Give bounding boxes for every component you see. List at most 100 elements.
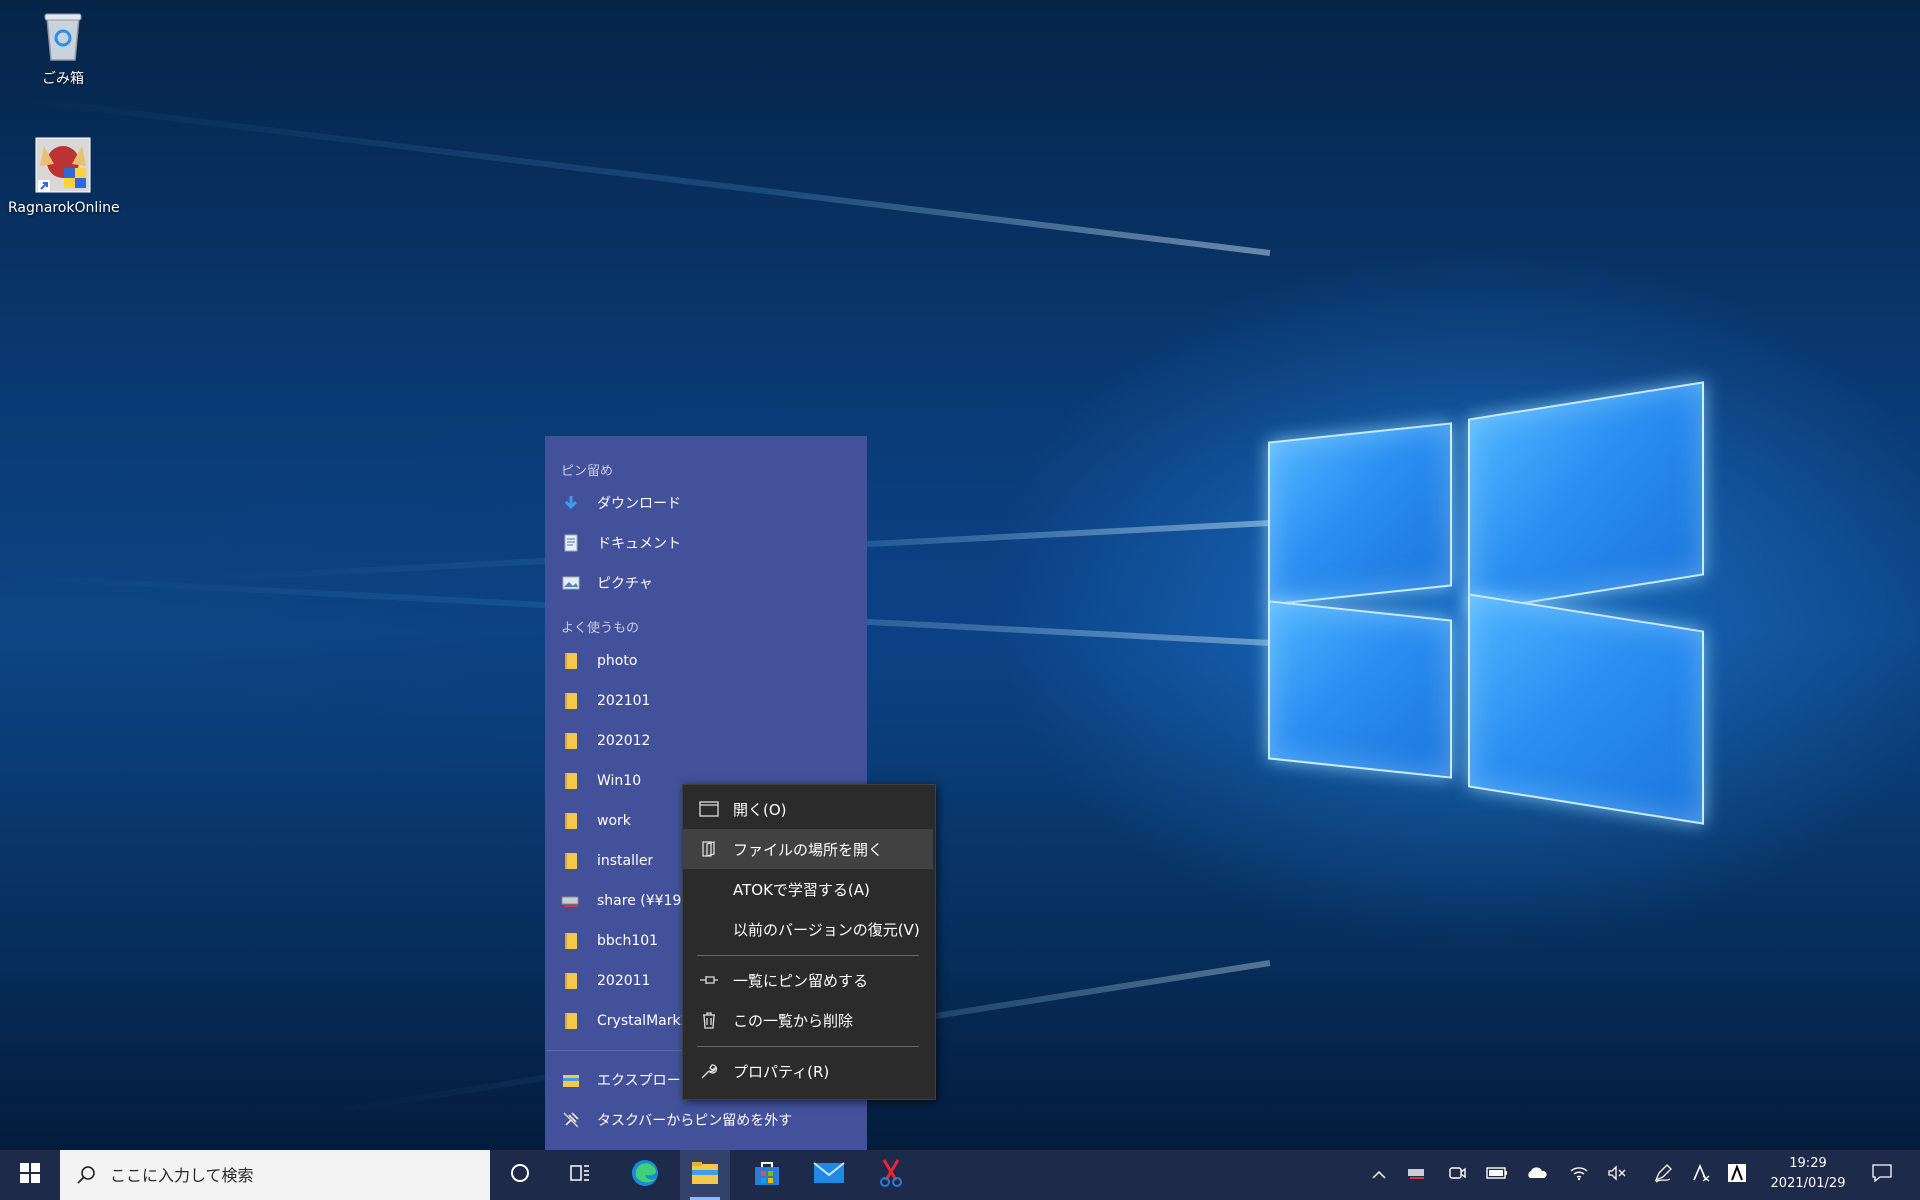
jump-list-item-202101[interactable]: 202101 [545,681,867,721]
taskbar: 19:29 2021/01/29 [0,1150,1920,1200]
menu-item-atok-learn[interactable]: ATOKで学習する(A) [683,869,933,909]
edge-icon [630,1158,660,1192]
jump-list-item-label: 202012 [597,733,651,749]
atok-icon [1692,1163,1710,1186]
document-icon [561,533,581,553]
battery-button[interactable] [1480,1150,1514,1200]
wifi-button[interactable] [1562,1150,1596,1200]
pen-workspace-button[interactable] [1646,1150,1680,1200]
pin-icon [697,974,721,986]
cortana-icon [510,1163,530,1187]
desktop-icon-ragnarokonline[interactable]: RagnarokOnline [8,136,120,216]
snipping-tool-button[interactable] [866,1150,916,1200]
menu-item-properties[interactable]: プロパティ(R) [683,1051,933,1091]
jump-list-item-202012[interactable]: 202012 [545,721,867,761]
jump-list-unpin-taskbar[interactable]: タスクバーからピン留めを外す [545,1100,867,1140]
action-center-button[interactable] [1862,1150,1902,1200]
search-input[interactable] [108,1164,472,1186]
cortana-button[interactable] [496,1150,544,1200]
ime-icon [1728,1164,1746,1186]
task-view-button[interactable] [556,1150,604,1200]
context-menu: 開く(O) ファイルの場所を開く ATOKで学習する(A) 以前のバージョンの復… [682,784,936,1100]
ime-mode-button[interactable] [1720,1150,1754,1200]
unpin-icon [561,1110,581,1130]
show-hidden-icons-button[interactable] [1362,1150,1396,1200]
menu-item-label: 一覧にピン留めする [733,971,869,990]
file-explorer-icon [690,1160,720,1190]
folder-icon [561,811,581,831]
open-location-icon [697,840,721,858]
windows-logo-pane [1468,593,1704,825]
notification-icon [1872,1164,1892,1186]
file-explorer-button[interactable] [680,1150,730,1200]
menu-separator [697,955,919,956]
pinned-section-header: ピン留め [561,464,614,479]
app-shortcut-icon [34,136,92,194]
light-beam [9,95,1271,256]
menu-item-open-file-location[interactable]: ファイルの場所を開く [683,829,933,869]
menu-separator [697,1046,919,1047]
desktop-icon-label: ごみ箱 [42,71,84,87]
mail-icon [813,1161,845,1189]
network-drive-tray-button[interactable] [1400,1150,1434,1200]
windows-logo-pane [1468,381,1704,613]
jump-list-item-downloads[interactable]: ダウンロード [545,483,867,523]
pictures-icon [561,573,581,593]
task-view-icon [569,1163,591,1187]
network-drive-icon [561,891,581,911]
menu-item-open[interactable]: 開く(O) [683,789,933,829]
jump-list-item-label: 202011 [597,973,651,989]
recycle-bin-icon [41,10,85,62]
taskbar-search-box[interactable] [60,1150,490,1200]
folder-icon [561,931,581,951]
snipping-tool-icon [878,1158,904,1192]
chevron-up-icon [1372,1166,1386,1184]
menu-item-label: ATOKで学習する(A) [733,880,870,899]
folder-icon [561,771,581,791]
jump-list-item-label: タスクバーからピン留めを外す [597,1113,793,1129]
menu-item-pin-to-list[interactable]: 一覧にピン留めする [683,960,933,1000]
meet-now-button[interactable] [1440,1150,1474,1200]
desktop-icon-recycle-bin[interactable]: ごみ箱 [8,10,118,88]
folder-icon [561,691,581,711]
battery-icon [1486,1166,1508,1184]
jump-list-item-label: CrystalMark2 [597,1013,690,1029]
folder-icon [561,851,581,871]
desktop-icon-label: RagnarokOnline [8,200,120,216]
download-icon [561,493,581,513]
jump-list-item-label: Win10 [597,773,642,789]
store-button[interactable] [742,1150,792,1200]
menu-item-label: ファイルの場所を開く [733,840,884,859]
wifi-icon [1569,1165,1589,1185]
jump-list-item-label: photo [597,653,638,669]
network-drive-tray-icon [1407,1166,1427,1184]
onedrive-icon [1526,1166,1548,1184]
clock-time: 19:29 [1789,1156,1827,1171]
search-icon [76,1165,96,1185]
menu-item-restore-previous-versions[interactable]: 以前のバージョンの復元(V) [683,909,933,949]
menu-item-label: この一覧から削除 [733,1011,854,1030]
mail-button[interactable] [804,1150,854,1200]
jump-list-item-label: installer [597,853,654,869]
jump-list-item-pictures[interactable]: ピクチャ [545,563,867,603]
volume-button[interactable] [1600,1150,1634,1200]
taskbar-clock[interactable]: 19:29 2021/01/29 [1760,1154,1856,1194]
menu-item-label: 開く(O) [733,800,787,819]
jump-list-item-label: share (¥¥192 [597,893,691,909]
pen-icon [1653,1163,1673,1187]
jump-list-item-label: 202101 [597,693,651,709]
trash-icon [697,1011,721,1029]
jump-list-item-photo[interactable]: photo [545,641,867,681]
jump-list-item-documents[interactable]: ドキュメント [545,523,867,563]
jump-list-item-label: work [597,813,631,829]
menu-item-label: プロパティ(R) [733,1062,830,1081]
menu-item-remove-from-list[interactable]: この一覧から削除 [683,1000,933,1040]
atok-button[interactable] [1684,1150,1718,1200]
volume-muted-icon [1607,1165,1627,1185]
start-button[interactable] [0,1150,60,1200]
onedrive-button[interactable] [1520,1150,1554,1200]
edge-button[interactable] [620,1150,670,1200]
frequent-section-header: よく使うもの [561,621,640,636]
file-explorer-icon [561,1070,581,1090]
folder-icon [561,971,581,991]
